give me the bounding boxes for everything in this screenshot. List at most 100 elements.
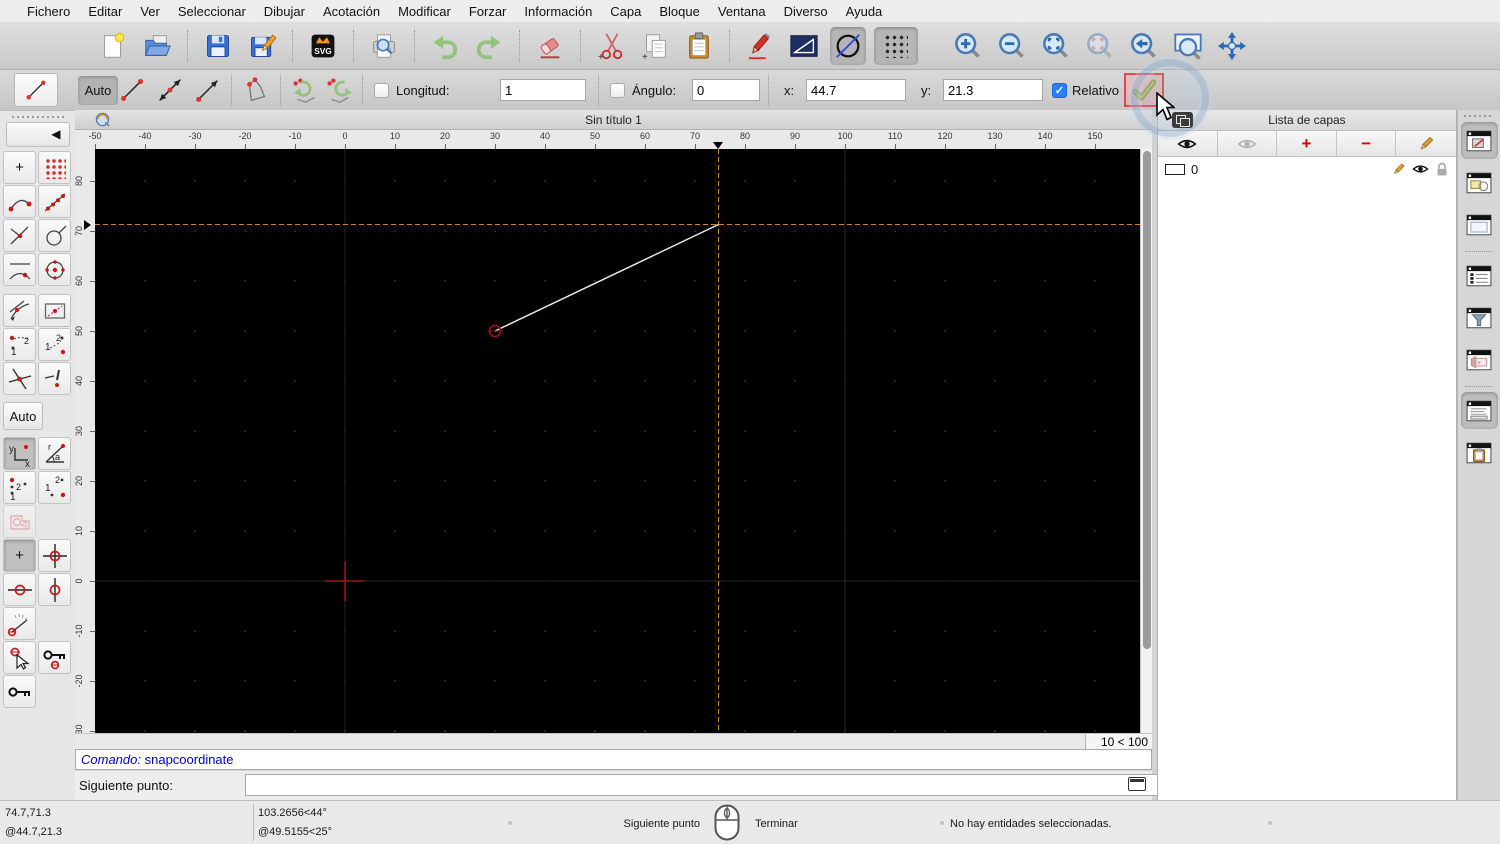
undo-button[interactable] [427, 27, 463, 65]
pick-target-button[interactable] [3, 641, 36, 674]
menu-item[interactable]: Acotación [314, 4, 389, 19]
entity-list-dock-button[interactable] [1461, 257, 1498, 294]
menu-item[interactable]: Fichero [18, 4, 79, 19]
scrollbar-thumb[interactable] [1143, 151, 1151, 649]
command-line-dock-button[interactable] [1460, 392, 1498, 429]
menu-item[interactable]: Editar [79, 4, 131, 19]
menu-item[interactable]: Información [515, 4, 601, 19]
line-attributes-button[interactable] [786, 27, 822, 65]
canvas-vertical-scrollbar[interactable] [1140, 149, 1152, 733]
lock-layer-button[interactable] [3, 675, 36, 708]
zoom-in-button[interactable] [950, 27, 986, 65]
layer-list-dock-button[interactable] [1460, 122, 1498, 159]
snap-middle-button[interactable] [3, 294, 36, 327]
command-input[interactable] [245, 774, 1203, 796]
remove-layer-button[interactable]: − [1336, 131, 1397, 156]
sidebar-handle[interactable] [11, 116, 64, 118]
polyline-close-button[interactable] [238, 73, 274, 107]
draft-mode-button[interactable] [830, 26, 866, 65]
named-views-dock-button[interactable]: ≡ [1461, 341, 1498, 378]
snap-intersection-button[interactable] [38, 253, 71, 286]
zoom-selected-button[interactable] [1082, 27, 1118, 65]
edit-layer-button[interactable] [1396, 131, 1456, 156]
snap-distance-button[interactable] [3, 253, 36, 286]
length-input[interactable] [500, 79, 586, 101]
order-points-1-button[interactable]: 21 [3, 471, 36, 504]
dock-handle[interactable] [1464, 115, 1494, 117]
copy-button[interactable]: + [637, 27, 673, 65]
export-svg-button[interactable]: SVG [305, 27, 341, 65]
zoom-auto-button[interactable] [1038, 27, 1074, 65]
layer-lock-icon[interactable] [1435, 162, 1449, 177]
line-two-points-button[interactable] [114, 73, 150, 107]
target-horizontal-button[interactable] [3, 573, 36, 606]
relative-checkbox[interactable]: ✓ [1052, 83, 1067, 98]
region-select-button[interactable] [3, 505, 36, 538]
menu-item[interactable]: Ventana [709, 4, 775, 19]
delete-button[interactable] [532, 27, 568, 65]
open-document-button[interactable] [139, 27, 175, 65]
undo-segment-button[interactable] [288, 73, 322, 107]
library-browser-dock-button[interactable] [1461, 206, 1498, 243]
line-ray-button[interactable] [190, 73, 226, 107]
auto-line-mode-button[interactable]: Auto [78, 76, 118, 105]
snap-free-button[interactable]: + [3, 151, 36, 184]
menu-item[interactable]: Capa [601, 4, 650, 19]
y-input[interactable] [943, 79, 1043, 101]
redo-segment-button[interactable] [322, 73, 356, 107]
document-titlebar[interactable]: Sin título 1 [75, 110, 1152, 130]
restrict-rectangle-button[interactable] [38, 294, 71, 327]
command-options-icon[interactable] [1128, 777, 1146, 791]
target-center-button[interactable] [38, 539, 71, 572]
drawing-canvas[interactable] [94, 149, 1140, 733]
add-layer-button[interactable]: + [1277, 131, 1337, 156]
layer-visibility-icon[interactable] [1412, 163, 1429, 175]
menu-item[interactable]: Modificar [389, 4, 460, 19]
layer-edit-pencil-icon[interactable] [1391, 162, 1406, 177]
exclusive-snap-button[interactable] [38, 362, 71, 395]
angle-checkbox[interactable] [610, 83, 625, 98]
menu-item[interactable]: Seleccionar [169, 4, 255, 19]
menu-item[interactable]: Ayuda [837, 4, 892, 19]
target-vertical-button[interactable] [38, 573, 71, 606]
snap-endpoint-button[interactable] [3, 185, 36, 218]
snap-center-button[interactable] [38, 219, 71, 252]
reference-point-2-button[interactable]: 12 [38, 328, 71, 361]
save-button[interactable] [200, 27, 236, 65]
new-document-button[interactable] [95, 27, 131, 65]
filter-dock-button[interactable] [1461, 299, 1498, 336]
reference-point-1-button[interactable]: 21 [3, 328, 36, 361]
x-input[interactable] [806, 79, 906, 101]
angle-gauge-button[interactable] [3, 607, 36, 640]
cut-button[interactable]: + [593, 27, 629, 65]
menu-item[interactable]: Forzar [460, 4, 516, 19]
line-angle-button[interactable] [152, 73, 188, 107]
clipboard-dock-button[interactable] [1461, 434, 1498, 471]
menu-item[interactable]: Ver [131, 4, 169, 19]
snap-on-entity-button[interactable] [38, 185, 71, 218]
save-as-button[interactable] [244, 27, 280, 65]
pen-attributes-button[interactable] [742, 27, 778, 65]
snap-grid-button[interactable] [38, 151, 71, 184]
print-preview-button[interactable] [366, 27, 402, 65]
zero-reference-button[interactable]: + [3, 539, 36, 572]
layer-row[interactable]: 0 [1158, 157, 1456, 181]
length-checkbox[interactable] [374, 83, 389, 98]
order-points-2-button[interactable]: 12 [38, 471, 71, 504]
snap-intersection-manual-button[interactable] [3, 362, 36, 395]
menu-item[interactable]: Dibujar [255, 4, 314, 19]
auto-snap-button[interactable]: Auto [3, 402, 43, 430]
lock-relative-zero-button[interactable] [38, 641, 71, 674]
grid-toggle-button[interactable] [874, 26, 918, 65]
coordinates-polar-button[interactable]: ra [38, 437, 71, 470]
zoom-out-button[interactable] [994, 27, 1030, 65]
block-list-dock-button[interactable] [1461, 164, 1498, 201]
hide-all-layers-button[interactable] [1217, 131, 1278, 156]
menu-item[interactable]: Bloque [650, 4, 708, 19]
redo-button[interactable] [471, 27, 507, 65]
paste-button[interactable] [681, 27, 717, 65]
pan-button[interactable] [1214, 27, 1250, 65]
snap-perpendicular-button[interactable] [3, 219, 36, 252]
menu-item[interactable]: Diverso [775, 4, 837, 19]
angle-input[interactable] [692, 79, 760, 101]
